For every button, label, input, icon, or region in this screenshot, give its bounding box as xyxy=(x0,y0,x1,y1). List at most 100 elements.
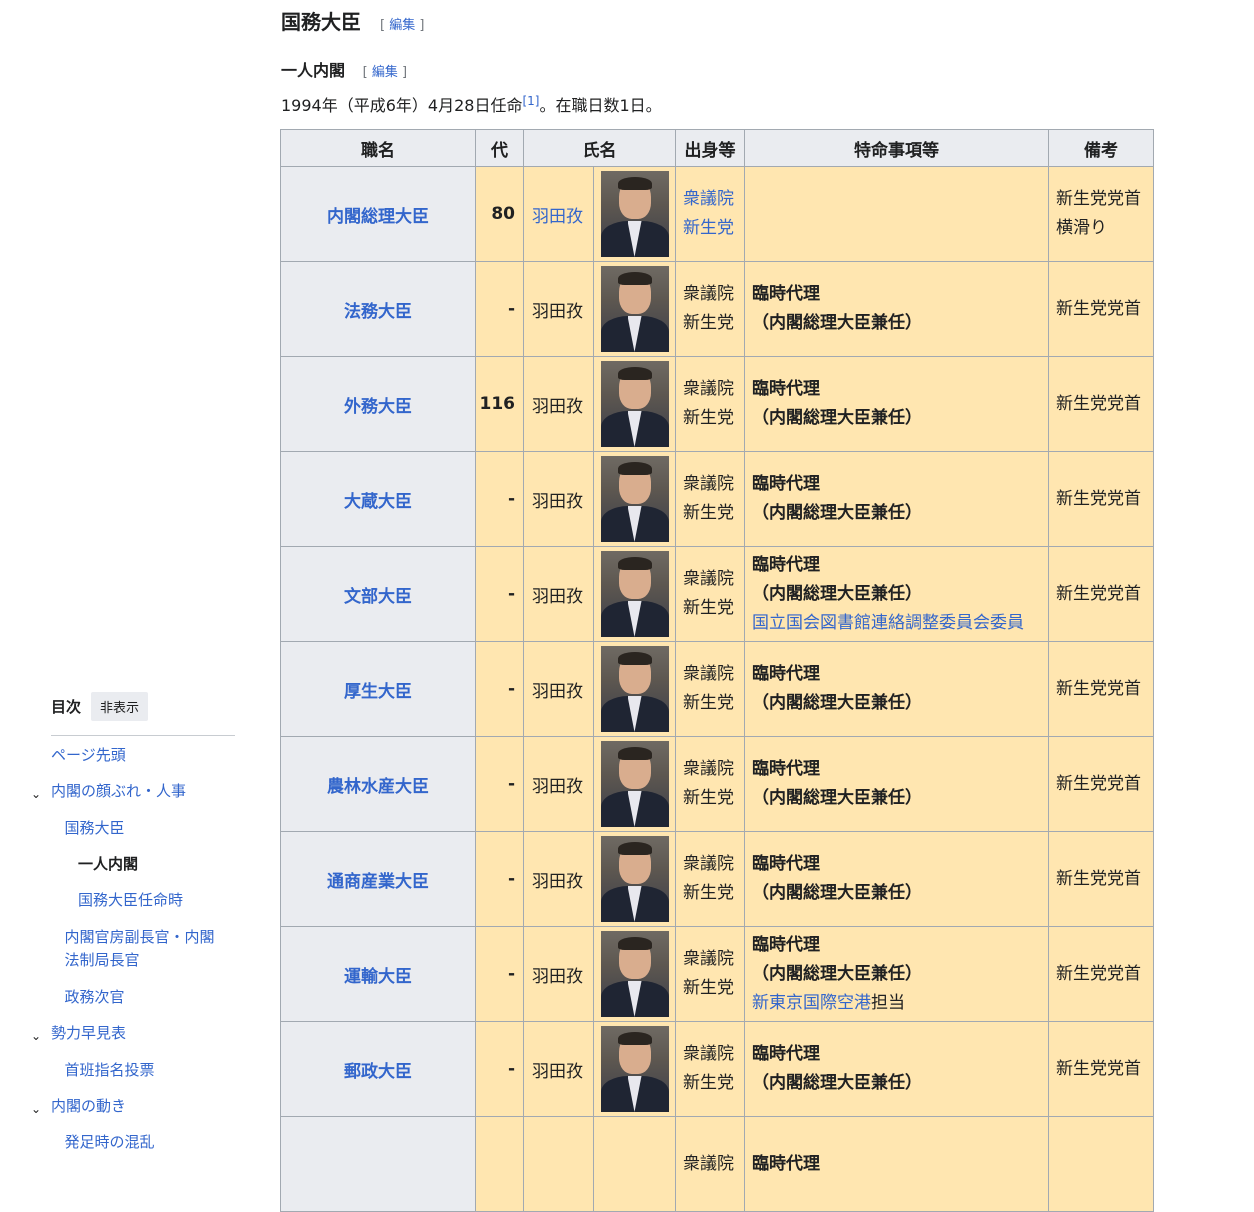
post-cell: 運輸大臣 xyxy=(280,926,476,1022)
toc-item[interactable]: ⌄ 内閣の動き xyxy=(31,1095,126,1118)
post-link[interactable]: 大蔵大臣 xyxy=(344,492,412,512)
portrait-image[interactable] xyxy=(600,266,669,352)
edit-link[interactable]: 編集 xyxy=(389,18,415,33)
toc-item[interactable]: 国務大臣 xyxy=(65,817,125,840)
edit-link[interactable]: 編集 xyxy=(372,65,398,80)
toc-item[interactable]: 国務大臣任命時 xyxy=(78,889,183,912)
portrait-image[interactable] xyxy=(600,456,669,542)
name-cell: 羽田孜 xyxy=(523,451,594,547)
reference-link[interactable]: [1] xyxy=(522,94,539,108)
notes-cell: 新生党党首 xyxy=(1048,831,1154,927)
special-role-detail: （内閣総理大臣兼任） xyxy=(752,1073,922,1093)
post-link[interactable]: 文部大臣 xyxy=(344,587,412,607)
post-cell: 文部大臣 xyxy=(280,546,476,642)
toc-item[interactable]: 首班指名投票 xyxy=(65,1059,155,1082)
origin-party: 新生党 xyxy=(683,313,734,333)
portrait-image[interactable] xyxy=(600,171,669,257)
table-row: 郵政大臣 - 羽田孜 衆議院 新生党 臨時代理 （内閣総理大臣兼任） 新生党党首 xyxy=(280,1021,1154,1117)
toc-item-label: 政務次官 xyxy=(64,988,125,1006)
photo-cell xyxy=(593,736,676,832)
toc-item-label: 首班指名投票 xyxy=(64,1061,155,1079)
table-row: 衆議院 臨時代理 xyxy=(280,1116,1154,1212)
table-of-contents: 目次 非表示 xyxy=(51,692,235,736)
portrait-image[interactable] xyxy=(600,931,669,1017)
special-cell: 臨時代理 （内閣総理大臣兼任） xyxy=(744,641,1049,737)
toc-item[interactable]: ⌄ 勢力早見表 xyxy=(31,1022,126,1045)
special-role: 臨時代理 xyxy=(752,854,820,874)
chevron-down-icon[interactable]: ⌄ xyxy=(31,1025,41,1048)
post-cell: 大蔵大臣 xyxy=(280,451,476,547)
toc-item[interactable]: 発足時の混乱 xyxy=(65,1131,155,1154)
origin-cell: 衆議院 新生党 xyxy=(675,641,745,737)
portrait-image[interactable] xyxy=(600,836,669,922)
origin-house: 衆議院 xyxy=(683,759,734,779)
special-cell: 臨時代理 （内閣総理大臣兼任） 新東京国際空港担当 xyxy=(744,926,1049,1022)
col-header: 代 xyxy=(475,129,524,167)
portrait-image[interactable] xyxy=(600,551,669,637)
origin-cell: 衆議院 新生党 xyxy=(675,166,745,262)
special-assignment-link[interactable]: 国立国会図書館連絡調整委員会委員 xyxy=(752,613,1024,633)
toc-hide-button[interactable]: 非表示 xyxy=(91,692,149,721)
special-role: 臨時代理 xyxy=(752,554,820,575)
origin-house: 衆議院 xyxy=(683,1153,734,1174)
special-role-detail: （内閣総理大臣兼任） xyxy=(752,503,922,523)
notes-line: 新生党党首 xyxy=(1056,678,1141,699)
toc-item-label: 一人内閣 xyxy=(78,855,139,873)
special-role: 臨時代理 xyxy=(752,934,820,955)
portrait-image[interactable] xyxy=(600,361,669,447)
origin-party: 新生党 xyxy=(683,503,734,523)
post-cell: 農林水産大臣 xyxy=(280,736,476,832)
post-link[interactable]: 外務大臣 xyxy=(344,397,412,417)
post-link[interactable]: 郵政大臣 xyxy=(344,1062,412,1082)
chevron-down-icon[interactable]: ⌄ xyxy=(31,783,41,806)
name-cell: 羽田孜 xyxy=(523,926,594,1022)
subsection-title: 一人内閣 xyxy=(281,61,346,80)
table-header-row: 職名 代 氏名 出身等 特命事項等 備考 xyxy=(280,129,1154,167)
portrait-image[interactable] xyxy=(600,1026,669,1112)
toc-item-label: 法制局長官 xyxy=(64,951,140,969)
special-role-detail: （内閣総理大臣兼任） xyxy=(752,408,922,428)
notes-line: 新生党党首 xyxy=(1056,488,1141,509)
section-heading: 国務大臣 [ 編集 ] xyxy=(281,6,424,35)
table-row: 厚生大臣 - 羽田孜 衆議院 新生党 臨時代理 （内閣総理大臣兼任） 新生党党首 xyxy=(280,641,1154,737)
col-header: 出身等 xyxy=(675,129,745,167)
origin-cell: 衆議院 新生党 xyxy=(675,356,745,452)
origin-house[interactable]: 衆議院 xyxy=(683,189,734,209)
portrait-image[interactable] xyxy=(600,741,669,827)
post-link[interactable]: 内閣総理大臣 xyxy=(327,207,429,227)
name-cell[interactable]: 羽田孜 xyxy=(523,166,594,262)
post-link[interactable]: 運輸大臣 xyxy=(344,967,412,987)
table-row: 運輸大臣 - 羽田孜 衆議院 新生党 臨時代理 （内閣総理大臣兼任） 新東京国際空港担当 新生党… xyxy=(280,926,1154,1022)
origin-party[interactable]: 新生党 xyxy=(683,218,734,238)
special-role: 臨時代理 xyxy=(752,379,820,399)
toc-item[interactable]: ⌄ 内閣の顔ぶれ・人事 xyxy=(31,780,186,803)
notes-line: 新生党党首 xyxy=(1056,963,1141,984)
post-link[interactable]: 法務大臣 xyxy=(344,302,412,322)
table-row: 通商産業大臣 - 羽田孜 衆議院 新生党 臨時代理 （内閣総理大臣兼任） 新生党党首 xyxy=(280,831,1154,927)
special-role-detail: （内閣総理大臣兼任） xyxy=(752,883,922,903)
toc-item[interactable]: 政務次官 xyxy=(65,986,125,1009)
toc-item[interactable]: ページ先頭 xyxy=(51,744,126,767)
chevron-down-icon[interactable]: ⌄ xyxy=(31,1098,41,1121)
special-assignment-link[interactable]: 新東京国際空港 xyxy=(752,993,871,1013)
name-cell xyxy=(523,1116,594,1212)
origin-house: 衆議院 xyxy=(683,664,734,684)
portrait-image[interactable] xyxy=(600,646,669,732)
notes-cell: 新生党党首 xyxy=(1048,736,1154,832)
photo-cell xyxy=(593,546,676,642)
post-cell: 法務大臣 xyxy=(280,261,476,357)
toc-item[interactable]: 一人内閣 xyxy=(78,853,138,876)
post-link[interactable]: 農林水産大臣 xyxy=(327,777,429,797)
photo-cell xyxy=(593,356,676,452)
special-cell: 臨時代理 （内閣総理大臣兼任） xyxy=(744,831,1049,927)
photo-cell xyxy=(593,926,676,1022)
post-link[interactable]: 厚生大臣 xyxy=(344,682,412,702)
post-link[interactable]: 通商産業大臣 xyxy=(327,872,429,892)
special-cell xyxy=(744,166,1049,262)
notes-line: 新生党党首 xyxy=(1056,773,1141,794)
toc-item[interactable]: 内閣官房副長官・内閣 法制局長官 xyxy=(65,926,215,972)
number-cell: - xyxy=(475,926,524,1022)
origin-cell: 衆議院 新生党 xyxy=(675,451,745,547)
origin-cell: 衆議院 新生党 xyxy=(675,261,745,357)
col-header: 職名 xyxy=(280,129,476,167)
